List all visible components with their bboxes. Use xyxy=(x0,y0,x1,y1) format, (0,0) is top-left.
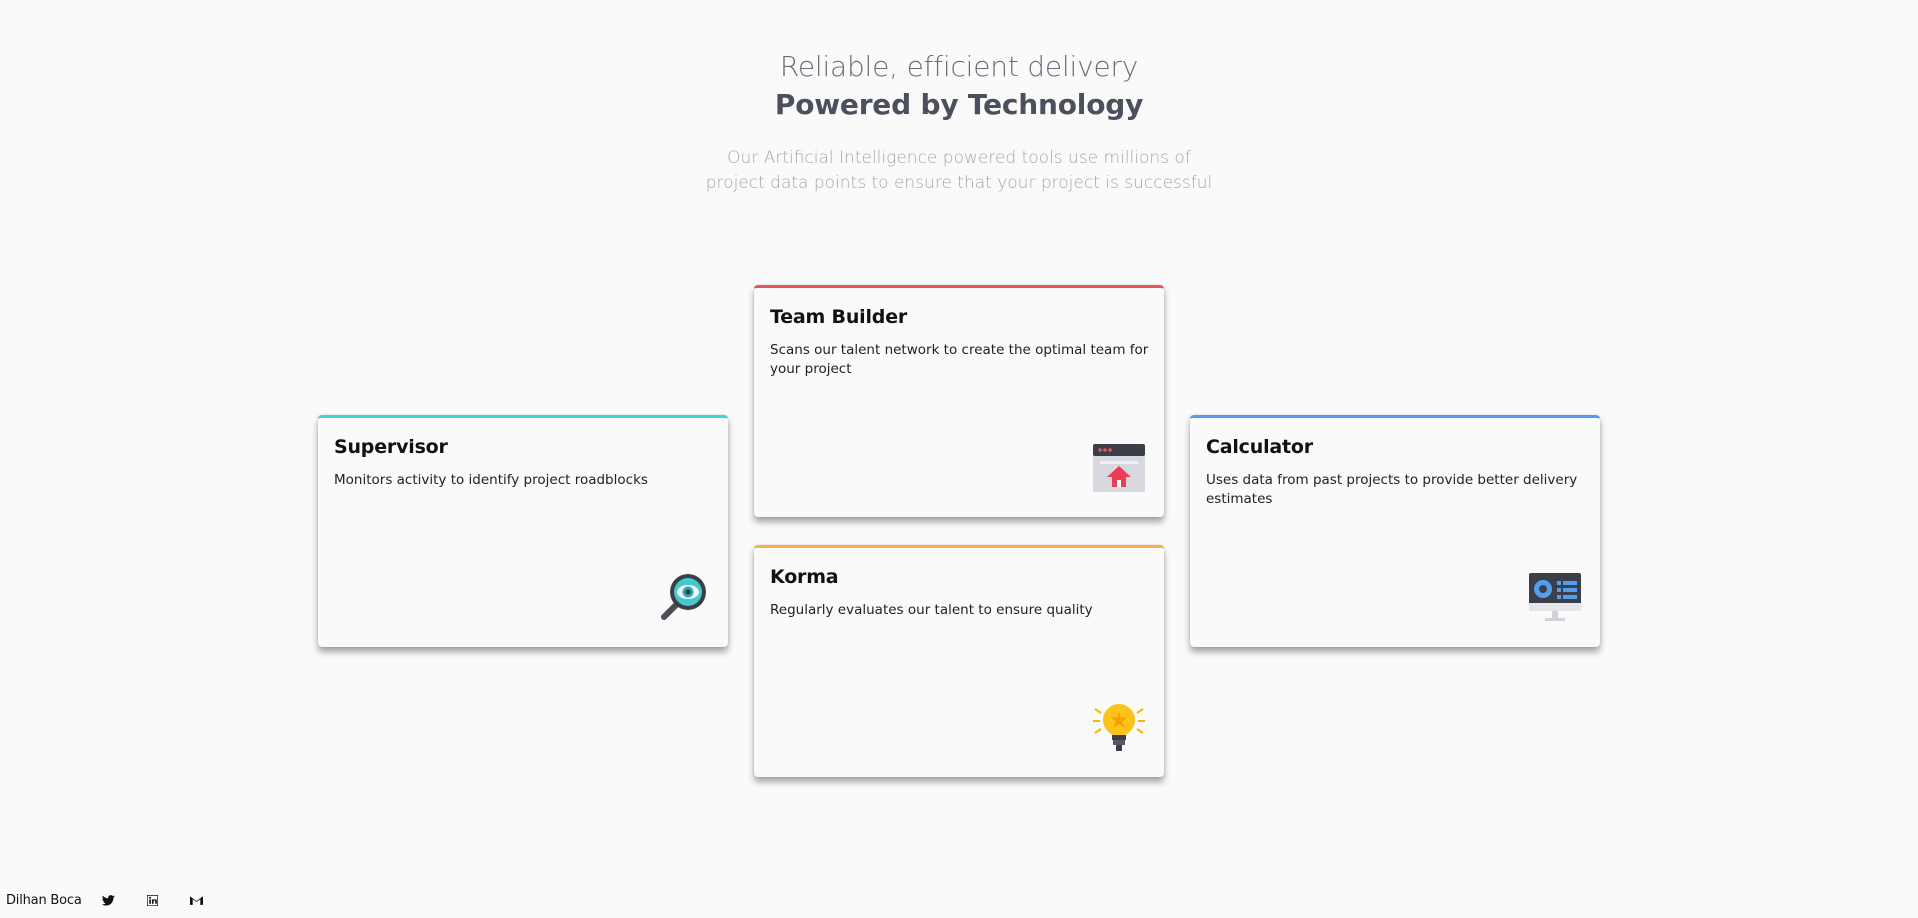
card-description: Regularly evaluates our talent to ensure… xyxy=(770,602,1093,618)
twitter-icon[interactable] xyxy=(102,893,116,907)
card-title: Calculator xyxy=(1206,436,1313,458)
card-karma: Korma Regularly evaluates our talent to … xyxy=(754,545,1164,777)
card-title: Supervisor xyxy=(334,436,448,458)
footer: Dilhan Boca xyxy=(6,890,234,910)
lightbulb-icon xyxy=(1093,704,1145,751)
author-name: Dilhan Boca xyxy=(6,892,82,908)
monitor-chart-icon xyxy=(1529,573,1581,621)
hero-subtitle: Reliable, efficient delivery xyxy=(779,50,1139,83)
card-team-builder: Team Builder Scans our talent network to… xyxy=(754,285,1164,517)
magnifier-eye-icon xyxy=(661,574,706,620)
browser-upload-icon xyxy=(1093,444,1145,492)
card-supervisor: Supervisor Monitors activity to identify… xyxy=(318,415,728,647)
gmail-icon[interactable] xyxy=(190,893,204,907)
hero-description: Our Artificial Intelligence powered tool… xyxy=(705,148,1213,193)
card-title: Team Builder xyxy=(770,306,908,328)
hero-title: Powered by Technology xyxy=(774,88,1144,121)
card-calculator: Calculator Uses data from past projects … xyxy=(1190,415,1600,647)
card-description: Monitors activity to identify project ro… xyxy=(334,472,648,488)
card-description: Scans our talent network to create the o… xyxy=(770,342,1149,377)
card-title: Korma xyxy=(770,566,839,588)
linkedin-icon[interactable] xyxy=(146,893,160,907)
card-description: Uses data from past projects to provide … xyxy=(1206,472,1578,507)
